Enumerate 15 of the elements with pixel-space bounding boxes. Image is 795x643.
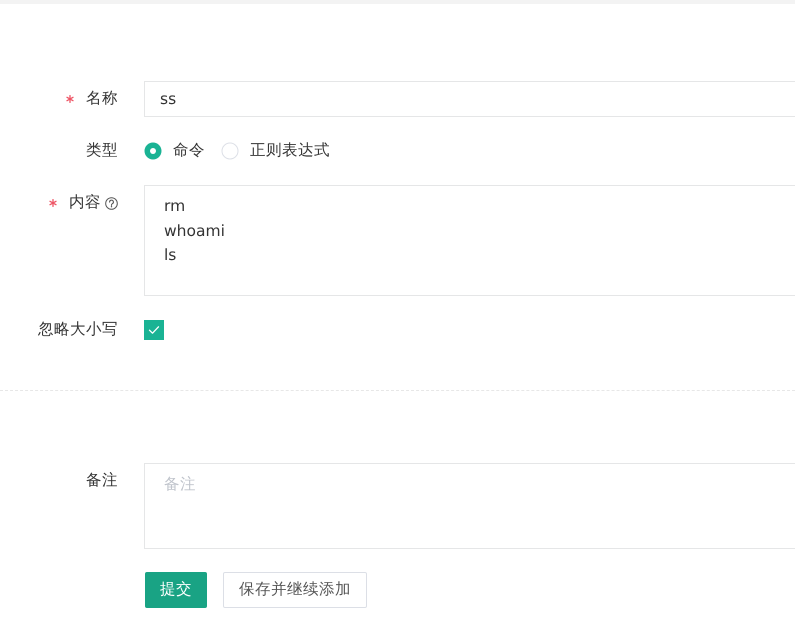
name-input[interactable]: ss: [144, 81, 795, 117]
help-icon[interactable]: [105, 196, 118, 210]
radio-label[interactable]: 正则表达式: [250, 139, 330, 163]
field-label: 名称: [86, 88, 118, 110]
field-label: 忽略大小写: [38, 319, 118, 340]
remark-textarea[interactable]: 备注: [144, 463, 795, 549]
checkbox[interactable]: [144, 320, 164, 340]
field-label: 内容: [69, 192, 101, 214]
radio-label[interactable]: 命令: [173, 139, 205, 163]
field-label: 备注: [86, 470, 118, 492]
save-and-add-button[interactable]: 保存并继续添加: [223, 572, 367, 608]
content-textarea[interactable]: rm whoami ls: [144, 185, 795, 296]
field-label: 类型: [86, 140, 118, 162]
radio-button[interactable]: [144, 142, 162, 160]
radio-button[interactable]: [221, 142, 239, 160]
